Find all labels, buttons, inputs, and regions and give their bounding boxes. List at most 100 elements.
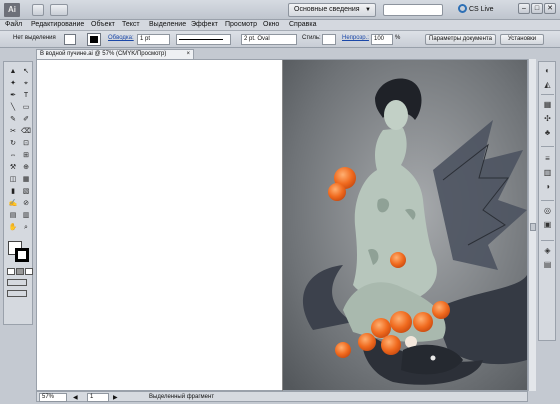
- maximize-button[interactable]: □: [531, 3, 543, 14]
- appearance-panel-icon[interactable]: ◎: [542, 206, 553, 216]
- graphic-style-picker[interactable]: [322, 34, 336, 45]
- artboard-number-field[interactable]: 1: [87, 393, 109, 402]
- vertical-scrollbar[interactable]: [528, 59, 536, 391]
- lasso-tool-icon[interactable]: ⌖: [20, 78, 32, 89]
- rotate-tool-icon[interactable]: ↻: [7, 138, 19, 149]
- zoom-field[interactable]: 57%: [39, 393, 67, 402]
- variable-width-profile[interactable]: [176, 34, 231, 45]
- document-tab-title: В водной пучине.ai @ 57% (CMYK/Просмотр): [40, 51, 167, 57]
- pen-tool-icon[interactable]: ✒: [7, 90, 19, 101]
- illustrator-window: Ai Основные сведения ▼ CS Live – □ ✕ Фай…: [0, 0, 560, 404]
- magic-wand-tool-icon[interactable]: ✦: [7, 78, 19, 89]
- blend-tool-icon[interactable]: ▧: [20, 186, 32, 197]
- paintbrush-tool-icon[interactable]: ✎: [7, 114, 19, 125]
- menu-file[interactable]: Файл: [5, 21, 22, 28]
- title-bar: Ai Основные сведения ▼ CS Live – □ ✕: [0, 0, 560, 20]
- selection-status: Нет выделения: [13, 35, 56, 41]
- opacity-percent: %: [395, 35, 401, 41]
- stroke-panel-icon[interactable]: ≡: [542, 154, 553, 164]
- none-mode-icon[interactable]: [25, 268, 33, 275]
- brushes-panel-icon[interactable]: ✣: [542, 114, 553, 124]
- artwork-image: [283, 60, 527, 390]
- opacity-field[interactable]: 100: [371, 34, 393, 45]
- document-setup-button[interactable]: Параметры документа: [425, 34, 496, 45]
- workspace-label: Основные сведения: [294, 6, 360, 13]
- cs-live-label: CS Live: [469, 6, 494, 13]
- color-mode-icon[interactable]: [7, 268, 15, 275]
- next-artboard-icon[interactable]: ▶: [113, 394, 118, 401]
- scale-tool-icon[interactable]: ⊡: [20, 138, 32, 149]
- width-tool-icon[interactable]: ⇔: [7, 150, 19, 161]
- panel-dock: ◐ ◭ ▦ ✣ ♣ ≡ ▥ ◑ ◎ ▣ ◈ ▤: [538, 61, 556, 341]
- close-tab-icon[interactable]: ×: [186, 50, 190, 59]
- shape-builder-tool-icon[interactable]: ⚒: [7, 162, 19, 173]
- stroke-swatch[interactable]: [87, 33, 101, 46]
- symbols-panel-icon[interactable]: ♣: [542, 128, 553, 138]
- type-tool-icon[interactable]: T: [20, 90, 32, 101]
- slice-tool-icon[interactable]: ▥: [20, 210, 32, 221]
- gradient-panel-icon[interactable]: ▥: [542, 168, 553, 178]
- color-panel-icon[interactable]: ◐: [542, 66, 553, 76]
- status-bar: 57% ◀ 1 ▶ Выделенный фрагмент: [36, 391, 528, 402]
- menu-bar: Файл Редактирование Объект Текст Выделен…: [0, 20, 560, 31]
- perspective-grid-tool-icon[interactable]: ⊕: [20, 162, 32, 173]
- eraser-tool-icon[interactable]: ⌫: [20, 126, 32, 137]
- scroll-thumb[interactable]: [530, 223, 536, 231]
- bridge-button[interactable]: [32, 4, 44, 16]
- draw-mode-icon[interactable]: [7, 279, 27, 286]
- artboard-tool-icon[interactable]: ▤: [7, 210, 19, 221]
- gradient-mode-icon[interactable]: [16, 268, 24, 275]
- opacity-panel-link[interactable]: Непрозр.:: [342, 35, 369, 41]
- swatches-panel-icon[interactable]: ▦: [542, 100, 553, 110]
- blob-brush-tool-icon[interactable]: ✂: [7, 126, 19, 137]
- column-graph-tool-icon[interactable]: ⊘: [20, 198, 32, 209]
- menu-type[interactable]: Текст: [122, 21, 140, 28]
- symbol-sprayer-tool-icon[interactable]: ✍: [7, 198, 19, 209]
- menu-edit[interactable]: Редактирование: [31, 21, 84, 28]
- app-logo: Ai: [4, 3, 20, 17]
- chevron-down-icon: ▼: [365, 7, 371, 13]
- graphic-styles-panel-icon[interactable]: ▣: [542, 220, 553, 230]
- color-guide-icon[interactable]: ◭: [542, 80, 553, 90]
- menu-view[interactable]: Просмотр: [225, 21, 257, 28]
- menu-window[interactable]: Окно: [263, 21, 279, 28]
- menu-effect[interactable]: Эффект: [191, 21, 218, 28]
- selection-tool-icon[interactable]: ▲: [7, 66, 19, 77]
- cs-live-button[interactable]: CS Live: [458, 4, 494, 16]
- hand-tool-icon[interactable]: ✋: [7, 222, 19, 233]
- stroke-panel-link[interactable]: Обводка:: [108, 35, 134, 41]
- gradient-tool-icon[interactable]: ▦: [20, 174, 32, 185]
- preferences-button[interactable]: Установки: [500, 34, 544, 45]
- cs-live-icon: [458, 4, 467, 13]
- pencil-tool-icon[interactable]: ✐: [20, 114, 32, 125]
- mesh-tool-icon[interactable]: ◫: [7, 174, 19, 185]
- canvas-area[interactable]: [36, 59, 528, 392]
- menu-object[interactable]: Объект: [91, 21, 115, 28]
- arrange-documents-button[interactable]: [50, 4, 68, 16]
- fill-swatch[interactable]: [64, 34, 76, 45]
- transparency-panel-icon[interactable]: ◑: [542, 182, 553, 192]
- menu-help[interactable]: Справка: [289, 21, 316, 28]
- rectangle-tool-icon[interactable]: ▭: [20, 102, 32, 113]
- control-panel: Нет выделения Обводка: 1 pt 2 pt. Oval С…: [0, 31, 560, 48]
- search-input[interactable]: [383, 4, 443, 16]
- direct-selection-tool-icon[interactable]: ↖: [20, 66, 32, 77]
- zoom-tool-icon[interactable]: ⌕: [20, 222, 32, 233]
- stroke-weight-field[interactable]: 1 pt: [137, 34, 170, 45]
- menu-select[interactable]: Выделение: [149, 21, 186, 28]
- free-transform-tool-icon[interactable]: ⊞: [20, 150, 32, 161]
- layers-panel-icon[interactable]: ◈: [542, 246, 553, 256]
- screen-mode-icon[interactable]: [7, 290, 27, 297]
- workspace-switcher[interactable]: Основные сведения ▼: [288, 3, 376, 17]
- status-mode[interactable]: Выделенный фрагмент: [149, 394, 214, 400]
- line-tool-icon[interactable]: ╲: [7, 102, 19, 113]
- eyedropper-tool-icon[interactable]: ▮: [7, 186, 19, 197]
- brush-definition[interactable]: 2 pt. Oval: [241, 34, 297, 45]
- close-button[interactable]: ✕: [544, 3, 556, 14]
- tools-panel: ▲ ↖ ✦ ⌖ ✒ T ╲ ▭ ✎ ✐ ✂ ⌫ ↻ ⊡ ⇔ ⊞ ⚒ ⊕ ◫ ▦ ▮ ▧ ✍ ⊘ ▤ ▥ ✋ ⌕: [3, 61, 33, 325]
- first-artboard-icon[interactable]: ◀: [73, 394, 78, 401]
- stroke-color-swatch[interactable]: [15, 248, 29, 262]
- artboards-panel-icon[interactable]: ▤: [542, 260, 553, 270]
- document-tab[interactable]: В водной пучине.ai @ 57% (CMYK/Просмотр)…: [36, 49, 194, 59]
- minimize-button[interactable]: –: [518, 3, 530, 14]
